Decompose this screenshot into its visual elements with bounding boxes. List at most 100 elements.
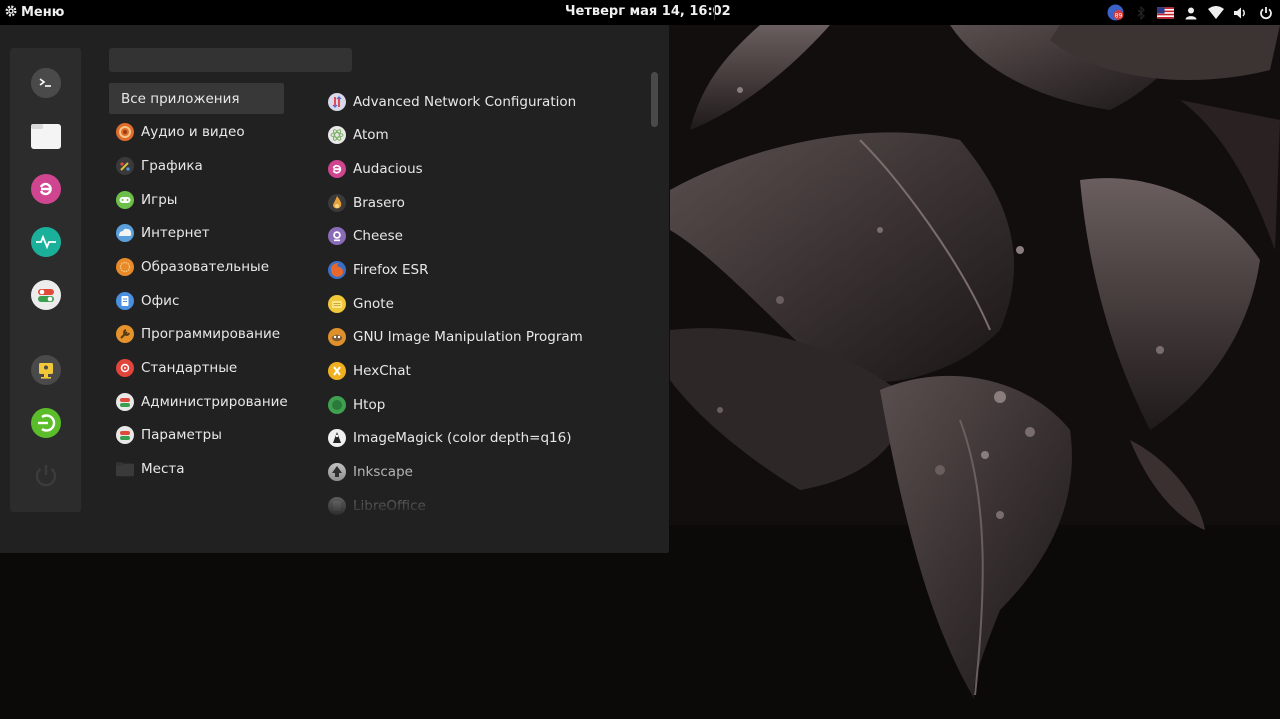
favorites-sidebar	[10, 48, 81, 512]
user-icon[interactable]	[1182, 4, 1199, 21]
favorite-terminal[interactable]	[31, 68, 61, 98]
audio-video-icon	[116, 123, 134, 142]
audacious-icon	[328, 159, 346, 178]
hexchat-icon	[328, 362, 346, 380]
favorite-lock-screen[interactable]	[31, 355, 61, 385]
places-icon	[116, 460, 134, 478]
application-list: Advanced Network Configuration Atom Auda…	[326, 86, 646, 516]
inkscape-icon	[328, 463, 346, 482]
category-label: Аудио и видео	[141, 124, 245, 141]
libreoffice-icon	[328, 496, 346, 515]
update-badge-count: 89	[1115, 12, 1123, 19]
volume-icon[interactable]	[1232, 4, 1249, 21]
app-cheese[interactable]: Cheese	[326, 221, 646, 252]
category-label: Стандартные	[141, 360, 238, 376]
category-internet[interactable]: Интернет	[109, 218, 284, 249]
app-gimp[interactable]: GNU Image Manipulation Program	[326, 322, 646, 353]
top-panel: Меню Четверг мая 14, 16:02 89	[0, 0, 1280, 25]
app-imagemagick[interactable]: ImageMagick (color depth=q16)	[326, 423, 646, 454]
audacious-icon	[31, 174, 61, 204]
category-label: Образовательные	[141, 258, 270, 275]
category-graphics[interactable]: Графика	[109, 150, 284, 181]
app-label: Gnote	[353, 295, 394, 312]
app-brasero[interactable]: Brasero	[326, 187, 646, 218]
wifi-icon[interactable]	[1207, 4, 1224, 21]
app-label: Inkscape	[353, 464, 413, 481]
category-administration[interactable]: Администрирование	[109, 386, 288, 417]
gear-icon	[4, 3, 18, 22]
category-office[interactable]: Офис	[109, 285, 284, 316]
favorite-system-monitor[interactable]	[31, 227, 61, 257]
app-inkscape[interactable]: Inkscape	[326, 457, 646, 488]
category-label: Игры	[141, 191, 178, 208]
htop-icon	[328, 395, 346, 414]
app-label: Audacious	[353, 160, 423, 177]
category-audio-video[interactable]: Аудио и видео	[109, 117, 284, 148]
app-label: Htop	[353, 396, 386, 413]
menu-label: Меню	[21, 5, 65, 20]
search-input[interactable]	[109, 48, 352, 72]
education-icon	[116, 257, 134, 276]
power-menu-icon[interactable]	[1257, 4, 1274, 21]
category-label: Все приложения	[121, 90, 240, 107]
app-audacious[interactable]: Audacious	[326, 153, 646, 184]
app-label: GNU Image Manipulation Program	[353, 329, 583, 346]
app-atom[interactable]: Atom	[326, 120, 646, 151]
category-programming[interactable]: Программирование	[109, 319, 284, 350]
app-label: HexChat	[353, 363, 411, 379]
category-list: Все приложения Аудио и видео Графика Игр…	[109, 83, 288, 487]
category-label: Графика	[141, 157, 203, 174]
app-label: LibreOffice	[353, 497, 426, 514]
office-icon	[116, 291, 134, 310]
imagemagick-icon	[328, 429, 346, 448]
favorite-logout[interactable]	[31, 408, 61, 438]
toggle-icon	[31, 280, 61, 310]
category-games[interactable]: Игры	[109, 184, 284, 215]
category-label: Места	[141, 461, 185, 478]
cheese-icon	[328, 227, 346, 246]
keyboard-layout-flag-icon[interactable]	[1157, 4, 1174, 21]
category-label: Программирование	[141, 326, 281, 343]
update-notifier-icon[interactable]: 89	[1107, 4, 1124, 21]
category-preferences[interactable]: Параметры	[109, 420, 284, 451]
network-config-icon	[328, 92, 346, 111]
category-all-applications[interactable]: Все приложения	[109, 83, 284, 114]
category-label: Офис	[141, 292, 180, 309]
app-htop[interactable]: Htop	[326, 389, 646, 420]
folder-icon	[31, 124, 61, 149]
category-accessories[interactable]: Стандартные	[109, 353, 284, 384]
administration-icon	[116, 392, 134, 411]
category-education[interactable]: Образовательные	[109, 251, 284, 282]
accessories-icon	[116, 359, 134, 377]
app-label: Cheese	[353, 228, 403, 245]
favorite-audacious[interactable]	[31, 174, 61, 204]
power-icon	[35, 465, 57, 487]
atom-icon	[328, 126, 346, 145]
app-hexchat[interactable]: HexChat	[326, 356, 646, 387]
favorite-settings[interactable]	[31, 280, 61, 310]
application-menu: Все приложения Аудио и видео Графика Игр…	[0, 25, 669, 553]
category-label: Параметры	[141, 427, 222, 444]
app-gnote[interactable]: Gnote	[326, 288, 646, 319]
app-libreoffice[interactable]: LibreOffice	[326, 490, 646, 516]
app-label: Brasero	[353, 194, 405, 211]
bluetooth-icon[interactable]	[1132, 4, 1149, 21]
app-firefox-esr[interactable]: Firefox ESR	[326, 254, 646, 285]
favorite-shutdown[interactable]	[31, 461, 61, 491]
internet-icon	[116, 224, 134, 243]
programming-icon	[116, 325, 134, 344]
app-label: ImageMagick (color depth=q16)	[353, 430, 572, 447]
brasero-icon	[328, 193, 346, 212]
category-places[interactable]: Места	[109, 454, 284, 485]
clock[interactable]: Четверг мая 14, 16:02	[565, 4, 731, 19]
gimp-icon	[328, 328, 346, 347]
category-label: Администрирование	[141, 393, 288, 410]
lock-screen-icon	[31, 355, 61, 385]
favorite-files[interactable]	[31, 121, 61, 151]
menu-button[interactable]: Меню	[4, 3, 64, 22]
app-list-scrollbar[interactable]	[651, 72, 658, 127]
logout-icon	[31, 408, 61, 438]
app-label: Atom	[353, 127, 389, 144]
panel-divider	[714, 5, 715, 20]
app-advanced-network-configuration[interactable]: Advanced Network Configuration	[326, 86, 646, 117]
